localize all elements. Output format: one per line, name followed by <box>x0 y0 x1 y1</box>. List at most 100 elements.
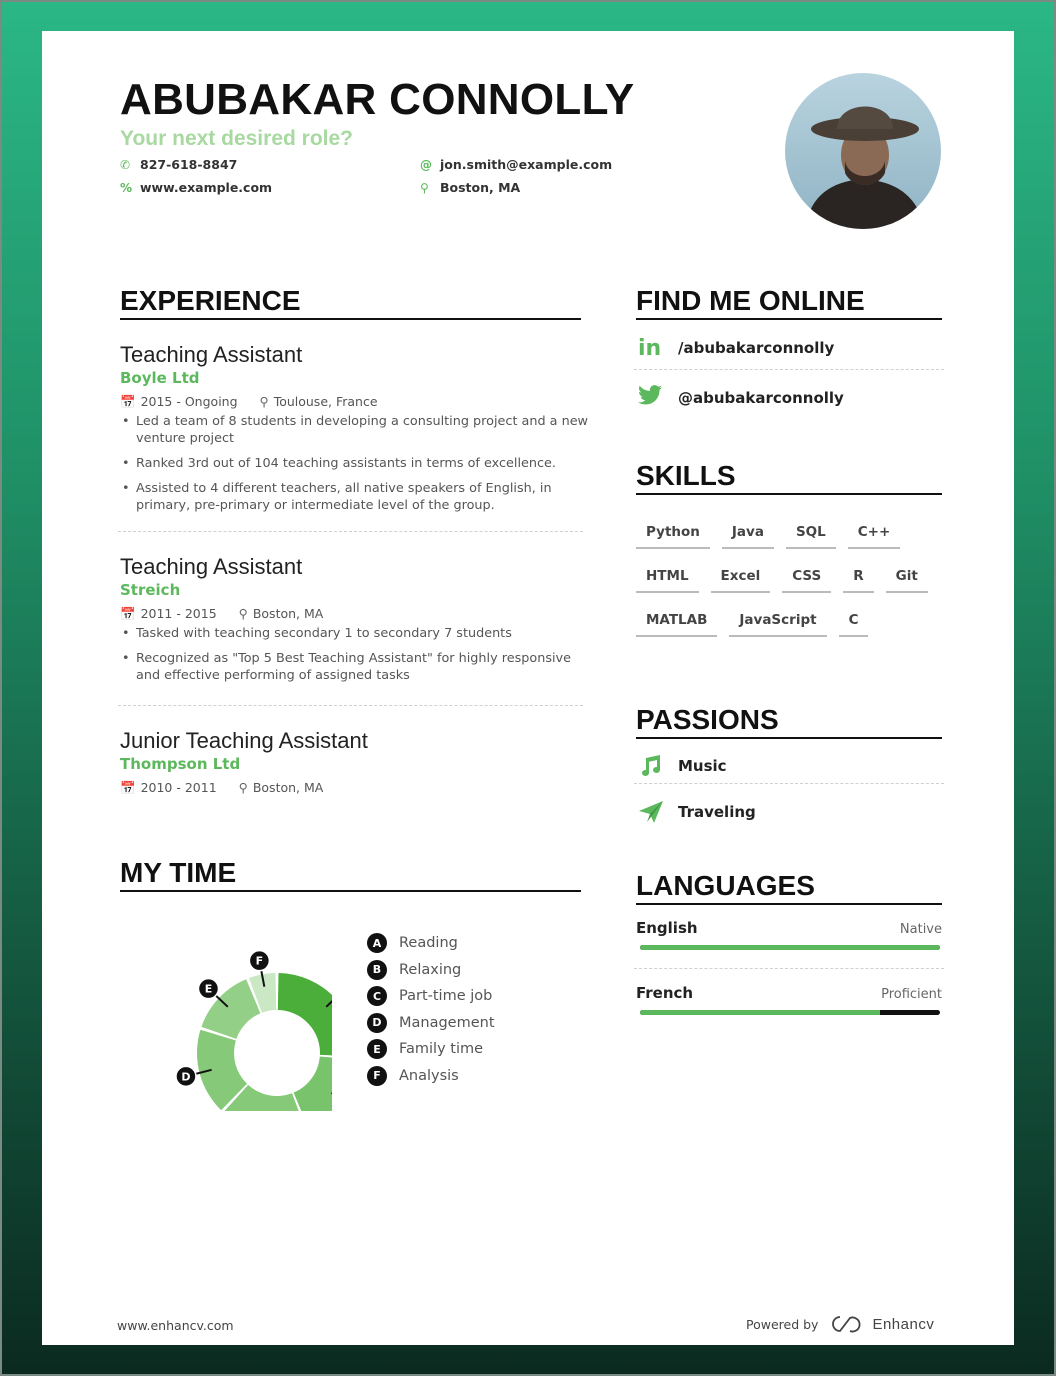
map-pin-icon: ⚲ <box>238 780 248 795</box>
job-bullets: Tasked with teaching secondary 1 to seco… <box>120 625 590 684</box>
link-icon: % <box>120 181 133 195</box>
legend-label: Part-time job <box>399 988 493 1005</box>
legend-label: Analysis <box>399 1067 459 1084</box>
job-entry: Teaching Assistant Boyle Ltd 📅 2015 - Ong… <box>120 342 590 522</box>
linkedin-icon: in <box>638 335 662 361</box>
candidate-name: ABUBAKAR CONNOLLY <box>120 75 635 124</box>
donut-callout-label: D <box>181 1070 190 1083</box>
phone-contact: ✆ 827-618-8847 <box>120 157 237 173</box>
job-bullet: Tasked with teaching secondary 1 to seco… <box>122 625 590 642</box>
donut-segment-a <box>277 973 332 1056</box>
footer-website-link[interactable]: www.enhancv.com <box>117 1318 234 1333</box>
job-dates: 2011 - 2015 <box>140 606 217 621</box>
legend-item: B Relaxing <box>367 957 495 984</box>
find-me-online-heading: FIND ME ONLINE <box>636 284 942 320</box>
legend-item: E Family time <box>367 1036 495 1063</box>
job-bullet: Recognized as "Top 5 Best Teaching Assis… <box>122 650 590 684</box>
phone-text: 827-618-8847 <box>140 157 238 172</box>
passion-label: Traveling <box>678 803 756 821</box>
location-text: Boston, MA <box>440 180 521 195</box>
location-contact: ⚲ Boston, MA <box>420 180 520 196</box>
profile-photo <box>785 73 941 229</box>
job-bullet: Led a team of 8 students in developing a… <box>122 413 590 447</box>
job-bullet: Assisted to 4 different teachers, all na… <box>122 480 590 514</box>
job-dates: 2010 - 2011 <box>140 780 217 795</box>
map-pin-icon: ⚲ <box>420 181 429 195</box>
my-time-legend: A Reading B Relaxing C Part-time job D Manag… <box>367 930 495 1089</box>
twitter-handle[interactable]: @abubakarconnolly <box>678 389 844 407</box>
skills-list: Python Java SQL C++ HTML Excel CSS R Git… <box>636 523 946 637</box>
twitter-icon <box>638 385 678 411</box>
skill-tag: MATLAB <box>636 611 718 637</box>
job-location: Boston, MA <box>252 606 324 621</box>
legend-item: A Reading <box>367 930 495 957</box>
company-name: Thompson Ltd <box>120 755 241 773</box>
job-location: Toulouse, France <box>273 394 378 409</box>
language-item: French Proficient <box>636 984 942 1015</box>
donut-callout-label: E <box>205 983 213 996</box>
passions-heading: PASSIONS <box>636 703 942 739</box>
phone-icon: ✆ <box>120 158 131 172</box>
social-link-linkedin[interactable]: in /abubakarconnolly <box>638 333 834 363</box>
passion-label: Music <box>678 757 727 775</box>
social-link-twitter[interactable]: @abubakarconnolly <box>638 383 844 413</box>
map-pin-icon: ⚲ <box>259 394 269 409</box>
skill-tag: Git <box>885 567 928 593</box>
legend-badge: F <box>367 1065 387 1086</box>
skill-tag: C <box>838 611 869 637</box>
job-meta: 📅 2010 - 2011 ⚲ Boston, MA <box>120 779 590 797</box>
company-name: Boyle Ltd <box>120 369 200 387</box>
website-contact[interactable]: % www.example.com <box>120 180 272 196</box>
language-proficiency-bar <box>640 945 940 950</box>
map-pin-icon: ⚲ <box>238 606 248 621</box>
language-level: Native <box>899 922 942 937</box>
passion-item: Traveling <box>638 796 756 828</box>
job-meta: 📅 2011 - 2015 ⚲ Boston, MA <box>120 605 590 623</box>
skill-tag: Excel <box>710 567 771 593</box>
website-text[interactable]: www.example.com <box>140 180 272 196</box>
passion-item: Music <box>638 750 727 782</box>
job-entry: Junior Teaching Assistant Thompson Ltd 📅… <box>120 728 590 797</box>
language-item: English Native <box>636 919 942 950</box>
legend-label: Management <box>399 1014 495 1031</box>
legend-label: Relaxing <box>399 961 462 978</box>
skill-tag: C++ <box>847 523 901 549</box>
skills-heading: SKILLS <box>636 459 942 495</box>
powered-by-text: Powered by <box>746 1316 819 1332</box>
email-contact[interactable]: @ jon.smith@example.com <box>420 157 612 173</box>
enhancv-logo-icon <box>832 1316 861 1333</box>
legend-badge: C <box>367 986 387 1007</box>
skill-tag: CSS <box>782 567 832 593</box>
footer-powered-by[interactable]: Powered by Enhancv <box>746 1314 934 1334</box>
company-name: Streich <box>120 581 181 599</box>
job-bullets: Led a team of 8 students in developing a… <box>120 413 590 514</box>
my-time-heading: MY TIME <box>120 856 581 892</box>
legend-badge: A <box>367 933 387 954</box>
language-proficiency-fill <box>640 1010 880 1015</box>
skill-tag: R <box>843 567 874 593</box>
resume-page: ABUBAKAR CONNOLLY Your next desired role… <box>42 31 1014 1345</box>
divider <box>634 783 944 784</box>
legend-badge: D <box>367 1012 387 1033</box>
email-text[interactable]: jon.smith@example.com <box>440 157 612 173</box>
calendar-icon: 📅 <box>120 394 136 409</box>
linkedin-handle[interactable]: /abubakarconnolly <box>678 339 834 357</box>
divider <box>634 968 944 969</box>
skill-tag: SQL <box>785 523 836 549</box>
at-icon: @ <box>420 158 432 172</box>
language-proficiency-bar <box>640 1010 940 1015</box>
legend-item: C Part-time job <box>367 983 495 1010</box>
profile-photo-illustration <box>785 73 941 229</box>
brand-name: Enhancv <box>872 1315 935 1333</box>
language-name: English <box>636 919 698 937</box>
donut-segment-b <box>293 1056 332 1111</box>
legend-label: Family time <box>399 1041 484 1058</box>
paper-plane-icon <box>638 800 678 824</box>
language-level: Proficient <box>881 987 942 1002</box>
skill-tag: HTML <box>636 567 699 593</box>
skill-tag: JavaScript <box>729 611 827 637</box>
languages-heading: LANGUAGES <box>636 869 942 905</box>
job-title: Junior Teaching Assistant <box>120 728 368 753</box>
job-title: Teaching Assistant <box>120 342 303 367</box>
legend-badge: B <box>367 959 387 980</box>
